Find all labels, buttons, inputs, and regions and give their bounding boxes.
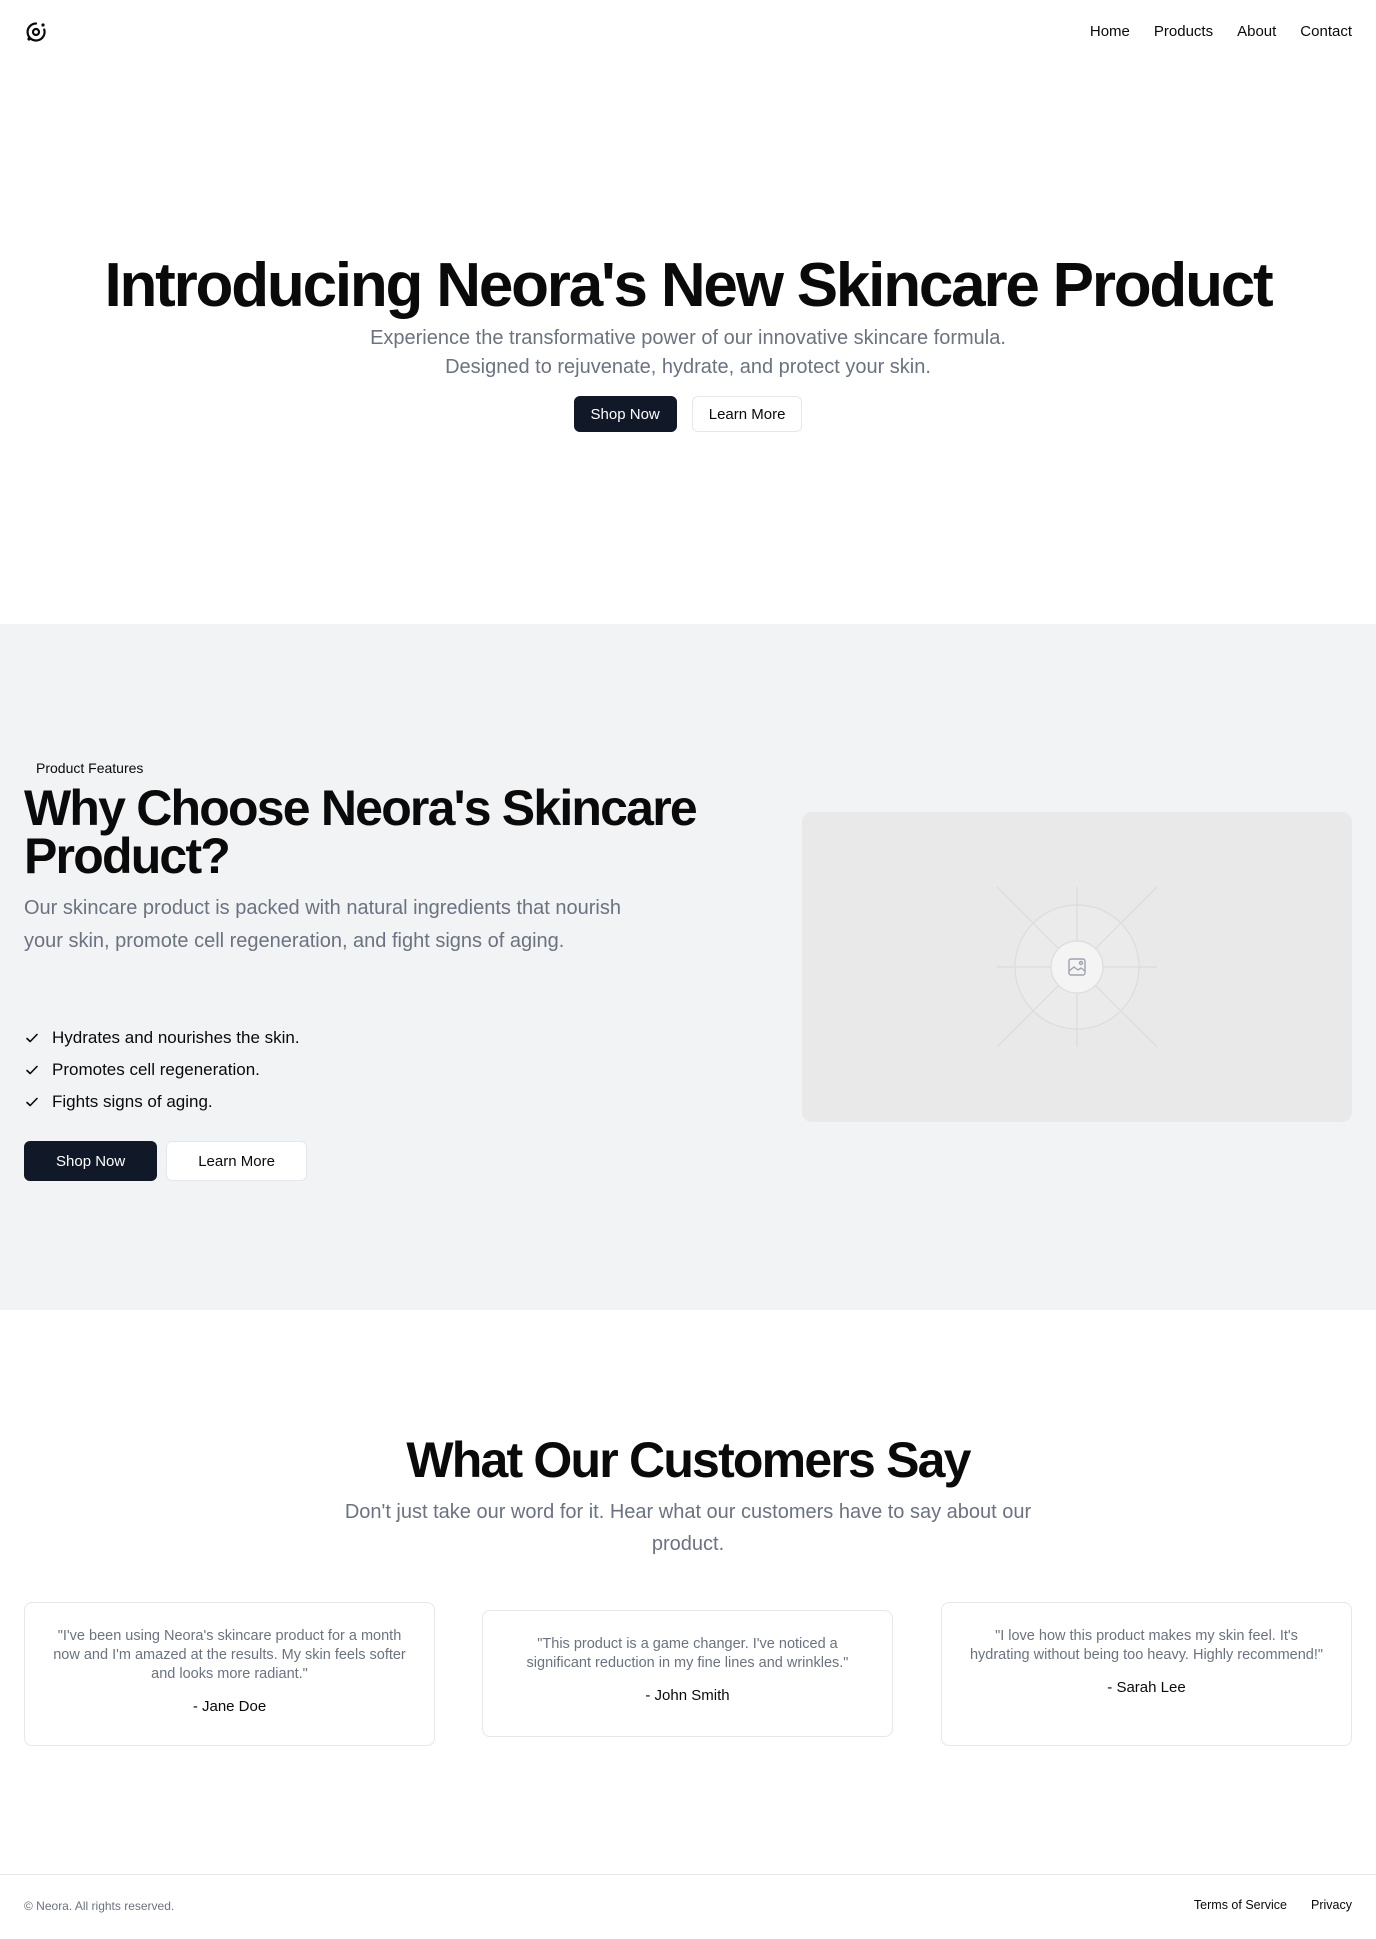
testimonial-author: - Jane Doe [192,1698,267,1715]
feature-item: Hydrates and nourishes the skin. [24,1022,300,1054]
testimonial-author: - John Smith [645,1687,730,1704]
testimonial-card: "This product is a game changer. I've no… [482,1610,893,1737]
features-title: Why Choose Neora's Skincare Product? [24,780,698,884]
hero-shop-now-button[interactable]: Shop Now [573,396,677,432]
hero-section: Introducing Neora's New Skincare Product… [0,64,1376,624]
privacy-link[interactable]: Privacy [1311,1898,1352,1912]
features-description: Our skincare product is packed with natu… [24,897,621,952]
site-footer: © Neora. All rights reserved. Terms of S… [0,1874,1376,1939]
check-icon [26,1033,38,1043]
check-icon [26,1097,38,1107]
feature-item: Promotes cell regeneration. [24,1054,300,1086]
hero-buttons: Shop Now Learn More [0,396,1376,432]
testimonial-author: - Sarah Lee [1107,1679,1186,1696]
features-buttons: Shop Now Learn More [24,1141,307,1181]
features-shop-now-button[interactable]: Shop Now [24,1141,158,1181]
footer-links: Terms of Service Privacy [1194,1898,1352,1912]
features-learn-more-button[interactable]: Learn More [166,1141,307,1181]
site-header: Home Products About Contact [0,0,1376,64]
image-placeholder-icon [996,886,1158,1048]
feature-item-label: Promotes cell regeneration. [52,1060,260,1079]
feature-item-label: Hydrates and nourishes the skin. [52,1028,300,1047]
hero-learn-more-button[interactable]: Learn More [691,396,803,432]
testimonial-quote: "This product is a game changer. I've no… [526,1636,849,1671]
testimonial-quote: "I've been using Neora's skincare produc… [53,1628,406,1682]
hero-subtitle: Experience the transformative power of o… [370,327,1006,378]
orbit-logo-icon[interactable] [24,20,48,44]
nav-products-link[interactable]: Products [1154,22,1213,42]
copyright-text: © Neora. All rights reserved. [24,1899,175,1913]
features-list: Hydrates and nourishes the skin. Promote… [24,1022,300,1118]
hero-title: Introducing Neora's New Skincare Product [104,251,1273,320]
testimonial-card: "I've been using Neora's skincare produc… [24,1602,435,1746]
main-nav: Home Products About Contact [1090,22,1352,42]
feature-item: Fights signs of aging. [24,1086,300,1118]
product-image-placeholder [802,812,1352,1122]
testimonial-quote: "I love how this product makes my skin f… [969,1628,1324,1663]
testimonials-subtitle: Don't just take our word for it. Hear wh… [344,1501,1032,1555]
check-icon [26,1065,38,1075]
testimonials-title: What Our Customers Say [406,1432,971,1488]
nav-about-link[interactable]: About [1237,22,1276,42]
features-section: Product Features Why Choose Neora's Skin… [0,624,1376,1310]
terms-of-service-link[interactable]: Terms of Service [1194,1898,1287,1912]
features-tag: Product Features [24,756,156,780]
nav-contact-link[interactable]: Contact [1300,22,1352,42]
nav-home-link[interactable]: Home [1090,22,1130,42]
testimonials-section: What Our Customers Say Don't just take o… [0,1310,1376,1874]
testimonial-card: "I love how this product makes my skin f… [941,1602,1352,1746]
feature-item-label: Fights signs of aging. [52,1092,213,1111]
